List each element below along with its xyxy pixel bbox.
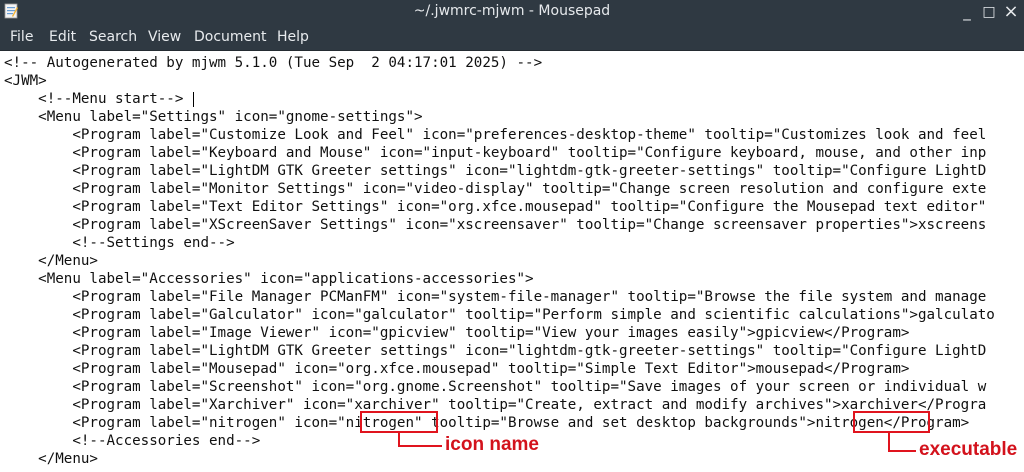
code-line: <Program label="LightDM GTK Greeter sett…: [4, 343, 987, 359]
window-title: ~/.jwmrc-mjwm - Mousepad: [413, 3, 611, 19]
maximize-icon: □: [982, 4, 996, 20]
menu-bar: File Edit Search View Document Help: [0, 24, 1024, 51]
text-cursor: [193, 92, 194, 107]
code-line: <JWM>: [4, 73, 47, 89]
icon-name-label: icon name: [445, 434, 539, 455]
code-line: <Menu label="Settings" icon="gnome-setti…: [4, 109, 423, 125]
code-line: <Program label="Xarchiver" icon="xarchiv…: [4, 397, 987, 413]
code-line: <Program label="Image Viewer" icon="gpic…: [4, 325, 910, 341]
code-line: <!--Menu start-->: [4, 91, 184, 107]
executable-highlight-box: [853, 411, 930, 433]
menu-document[interactable]: Document: [194, 29, 267, 45]
code-line: <Menu label="Accessories" icon="applicat…: [4, 271, 534, 287]
executable-connector-horizontal: [888, 450, 916, 452]
code-line: </Menu>: [4, 253, 98, 269]
close-icon: ×: [1003, 1, 1019, 22]
code-line: <Program label="Text Editor Settings" ic…: [4, 199, 987, 215]
minimize-button[interactable]: _: [957, 2, 977, 22]
executable-label: executable: [919, 439, 1018, 460]
code-line: <Program label="LightDM GTK Greeter sett…: [4, 163, 987, 179]
icon-name-highlight-box: [360, 411, 438, 433]
code-line: <Program label="Monitor Settings" icon="…: [4, 181, 987, 197]
title-bar: ~/.jwmrc-mjwm - Mousepad _ □ ×: [0, 0, 1024, 24]
code-line: </Menu>: [4, 451, 98, 467]
code-line: <Program label="Mousepad" icon="org.xfce…: [4, 361, 910, 377]
menu-file[interactable]: File: [10, 29, 33, 45]
code-line: <Program label="nitrogen" icon="nitrogen…: [4, 415, 970, 431]
text-editor-area[interactable]: <!-- Autogenerated by mjwm 5.1.0 (Tue Se…: [0, 51, 1024, 472]
code-line: <!--Settings end-->: [4, 235, 235, 251]
menu-edit[interactable]: Edit: [49, 29, 76, 45]
close-button[interactable]: ×: [1001, 2, 1021, 22]
code-line: <Program label="XScreenSaver Settings" i…: [4, 217, 987, 233]
code-line: <Program label="Screenshot" icon="org.gn…: [4, 379, 987, 395]
code-line: <!-- Autogenerated by mjwm 5.1.0 (Tue Se…: [4, 55, 543, 71]
maximize-button[interactable]: □: [979, 2, 999, 22]
code-line: <Program label="Galculator" icon="galcul…: [4, 307, 995, 323]
code-line: <Program label="Customize Look and Feel"…: [4, 127, 987, 143]
code-line: <Program label="Keyboard and Mouse" icon…: [4, 145, 987, 161]
code-line: <!--Accessories end-->: [4, 433, 261, 449]
code-line: <Program label="File Manager PCManFM" ic…: [4, 289, 987, 305]
icon-name-connector-vertical: [398, 432, 400, 446]
menu-view[interactable]: View: [148, 29, 181, 45]
icon-name-connector-horizontal: [398, 445, 442, 447]
executable-connector-vertical: [888, 432, 890, 451]
menu-help[interactable]: Help: [277, 29, 309, 45]
menu-search[interactable]: Search: [89, 29, 137, 45]
minimize-icon: _: [963, 3, 971, 21]
